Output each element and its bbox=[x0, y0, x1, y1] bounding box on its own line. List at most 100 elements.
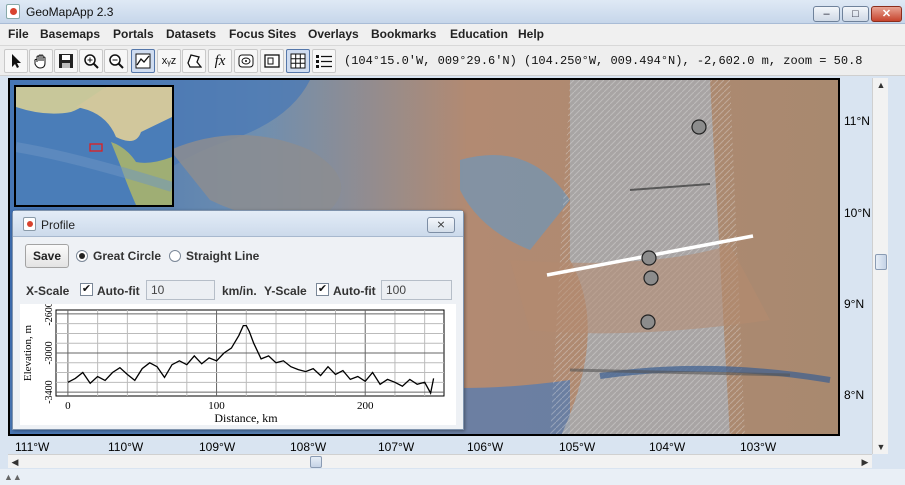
longitude-label: 108°W bbox=[290, 440, 327, 454]
menu-basemaps[interactable]: Basemaps bbox=[40, 27, 100, 41]
pointer-tool[interactable] bbox=[4, 49, 28, 73]
vertical-scroll-thumb[interactable] bbox=[875, 254, 887, 270]
frame-tool[interactable] bbox=[260, 49, 284, 73]
y-scale-field[interactable]: 100 bbox=[381, 280, 452, 300]
longitude-label: 105°W bbox=[559, 440, 596, 454]
java-app-icon bbox=[6, 4, 20, 19]
y-tick-label: -3000 bbox=[44, 341, 55, 364]
profile-close-button[interactable]: ⨯ bbox=[427, 217, 455, 233]
maximize-icon: □ bbox=[852, 8, 859, 20]
checkmark-icon: ✔ bbox=[317, 283, 328, 295]
pointer-icon bbox=[12, 54, 21, 68]
profile-title-bar[interactable]: Profile ⨯ bbox=[13, 211, 463, 237]
scroll-right-icon[interactable]: ▶ bbox=[858, 455, 872, 469]
minimize-icon: – bbox=[823, 8, 830, 20]
overview-inset-map[interactable] bbox=[14, 85, 174, 207]
profile-window-title: Profile bbox=[41, 218, 76, 232]
x-autofit-checkbox[interactable]: ✔ bbox=[80, 283, 93, 296]
menu-bar: File Basemaps Portals Datasets Focus Sit… bbox=[0, 24, 905, 46]
grid-icon bbox=[290, 53, 306, 69]
menu-datasets[interactable]: Datasets bbox=[166, 27, 216, 41]
title-bar: GeoMapApp 2.3 – □ ✕ bbox=[0, 0, 905, 24]
xyz-icon: xᵧz bbox=[161, 55, 177, 67]
longitude-label: 109°W bbox=[199, 440, 236, 454]
zoom-out-tool[interactable] bbox=[104, 49, 128, 73]
great-circle-label[interactable]: Great Circle bbox=[93, 249, 161, 263]
polygon-tool[interactable] bbox=[182, 49, 206, 73]
x-scale-field[interactable]: 10 bbox=[146, 280, 215, 300]
scroll-down-icon[interactable]: ▼ bbox=[873, 440, 889, 454]
x-axis-label: Distance, km bbox=[214, 411, 278, 425]
polygon-icon bbox=[187, 54, 202, 68]
longitude-label: 111°W bbox=[15, 440, 50, 454]
save-tool[interactable] bbox=[54, 49, 78, 73]
latitude-label: 8°N bbox=[844, 388, 865, 402]
longitude-label: 106°W bbox=[467, 440, 504, 454]
horizontal-scroll-thumb[interactable] bbox=[310, 456, 322, 468]
resize-grip-icon[interactable]: ▲▲ bbox=[4, 472, 22, 482]
great-circle-radio[interactable] bbox=[76, 250, 88, 262]
elevation-profile-line bbox=[67, 324, 435, 395]
profile-plot-area[interactable]: 0 100 200 -2600 -3000 -3400 Distance, km Elevat… bbox=[20, 302, 456, 425]
zoom-in-icon bbox=[84, 54, 99, 69]
longitude-label: 107°W bbox=[378, 440, 415, 454]
x-tick-label: 0 bbox=[65, 400, 71, 412]
layers-list-tool[interactable] bbox=[312, 49, 336, 73]
checkmark-icon: ✔ bbox=[81, 283, 92, 295]
x-tick-label: 200 bbox=[357, 400, 374, 412]
vertical-scrollbar[interactable]: ▲ ▼ bbox=[872, 78, 888, 454]
pan-tool[interactable] bbox=[29, 49, 53, 73]
zoom-in-tool[interactable] bbox=[79, 49, 103, 73]
longitude-label: 110°W bbox=[108, 440, 144, 454]
scroll-left-icon[interactable]: ◀ bbox=[8, 455, 22, 469]
x-scale-unit: km/in. bbox=[222, 284, 257, 298]
xyz-tool[interactable]: xᵧz bbox=[157, 49, 181, 73]
elevation-profile-chart: 0 100 200-2600-3000-3400Distance, kmElevat… bbox=[22, 302, 445, 425]
profile-window: Profile ⨯ Save Great Circle Straight Lin… bbox=[12, 210, 464, 430]
y-scale-label: Y-Scale bbox=[264, 284, 307, 298]
save-button[interactable]: Save bbox=[25, 244, 69, 268]
y-tick-label: -2600 bbox=[44, 304, 55, 326]
contour-icon bbox=[238, 54, 254, 68]
close-icon: ⨯ bbox=[436, 219, 446, 231]
window-title: GeoMapApp 2.3 bbox=[26, 5, 114, 19]
latitude-label: 9°N bbox=[844, 297, 865, 311]
straight-line-label[interactable]: Straight Line bbox=[186, 249, 259, 263]
menu-focus-sites[interactable]: Focus Sites bbox=[229, 27, 296, 41]
status-bar: ▲▲ bbox=[0, 469, 905, 485]
menu-education[interactable]: Education bbox=[450, 27, 508, 41]
layers-list-icon bbox=[316, 55, 332, 68]
function-icon: fx bbox=[214, 53, 226, 69]
menu-help[interactable]: Help bbox=[518, 27, 544, 41]
longitude-label: 103°W bbox=[740, 440, 777, 454]
longitude-label: 104°W bbox=[649, 440, 686, 454]
x-scale-label: X-Scale bbox=[26, 284, 70, 298]
zoom-out-icon bbox=[109, 54, 124, 69]
horizontal-scrollbar[interactable]: ◀ ▶ bbox=[8, 454, 872, 468]
profile-icon bbox=[135, 53, 151, 69]
close-icon: ✕ bbox=[881, 8, 892, 20]
function-tool[interactable]: fx bbox=[208, 49, 232, 73]
straight-line-radio[interactable] bbox=[169, 250, 181, 262]
y-autofit-label: Auto-fit bbox=[333, 284, 376, 298]
scroll-up-icon[interactable]: ▲ bbox=[873, 78, 889, 92]
menu-overlays[interactable]: Overlays bbox=[308, 27, 359, 41]
focus-site-marker bbox=[643, 270, 659, 286]
focus-site-marker bbox=[640, 314, 656, 330]
profile-window-icon bbox=[23, 217, 36, 231]
close-button[interactable]: ✕ bbox=[871, 6, 902, 22]
coordinate-readout: (104°15.0′W, 009°29.6′N) (104.250°W, 009… bbox=[344, 54, 863, 68]
overview-map-graphic bbox=[16, 87, 172, 205]
menu-portals[interactable]: Portals bbox=[113, 27, 154, 41]
latitude-label: 10°N bbox=[844, 206, 871, 220]
y-autofit-checkbox[interactable]: ✔ bbox=[316, 283, 329, 296]
profile-tool[interactable] bbox=[131, 49, 155, 73]
menu-bookmarks[interactable]: Bookmarks bbox=[371, 27, 436, 41]
pan-hand-icon bbox=[34, 54, 46, 69]
x-autofit-label: Auto-fit bbox=[97, 284, 140, 298]
minimize-button[interactable]: – bbox=[813, 6, 840, 22]
grid-tool[interactable] bbox=[286, 49, 310, 73]
contour-tool[interactable] bbox=[234, 49, 258, 73]
menu-file[interactable]: File bbox=[8, 27, 29, 41]
maximize-button[interactable]: □ bbox=[842, 6, 869, 22]
